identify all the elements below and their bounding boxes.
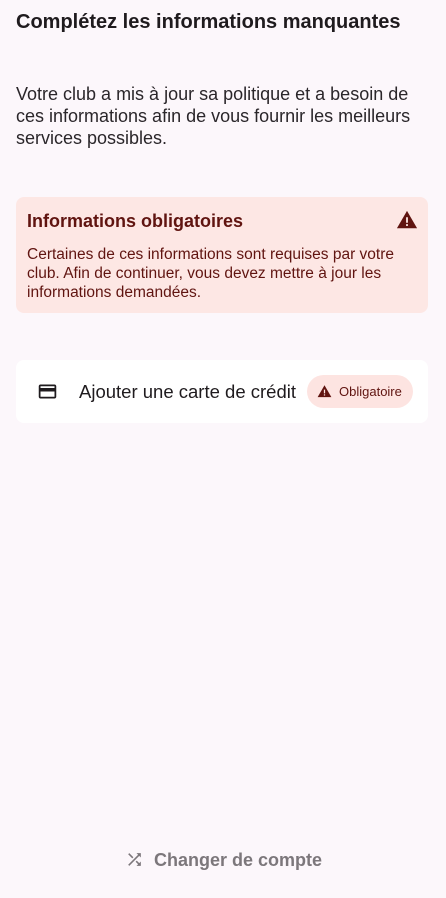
switch-account-label: Changer de compte — [154, 850, 323, 870]
add-credit-card-label: Ajouter une carte de crédit — [79, 381, 296, 402]
credit-card-icon — [38, 384, 57, 399]
required-badge: Obligatoire — [307, 375, 413, 408]
alert-title: Informations obligatoires — [27, 211, 244, 231]
add-credit-card-item[interactable]: Ajouter une carte de crédit Obligatoire — [16, 360, 428, 423]
switch-account-button[interactable]: Changer de compte — [123, 846, 323, 874]
shuffle-icon — [128, 853, 141, 866]
required-info-alert: Informations obligatoires Certaines de c… — [16, 197, 428, 313]
alert-message: Certaines de ces informations sont requi… — [27, 246, 395, 301]
required-badge-label: Obligatoire — [339, 384, 402, 399]
warning-icon — [396, 210, 418, 229]
page-title: Complétez les informations manquantes — [16, 11, 401, 33]
page-subtitle: Votre club a mis à jour sa politique et … — [16, 84, 411, 148]
warning-icon — [317, 385, 332, 398]
page: Complétez les informations manquantes Vo… — [0, 0, 446, 898]
